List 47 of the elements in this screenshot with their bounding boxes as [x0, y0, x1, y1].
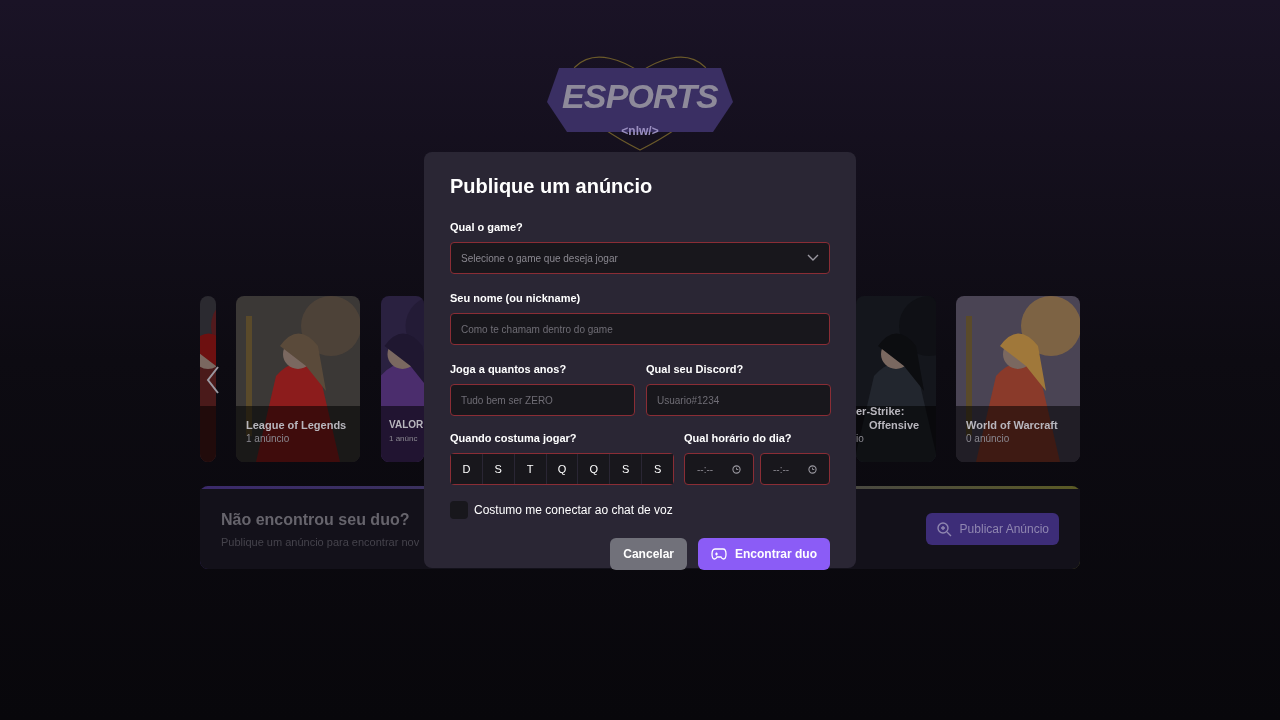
time-placeholder: --:--	[773, 462, 790, 477]
input-field[interactable]: Como te chamam dentro do game	[450, 313, 830, 345]
ad-count: io	[856, 432, 865, 446]
field-label: Qual seu Discord?	[646, 362, 745, 376]
time-field[interactable]: --:--	[684, 453, 754, 485]
game-title: World of Warcraft	[966, 418, 1058, 432]
checkbox-label: Costumo me conectar ao chat de voz	[474, 502, 673, 519]
ad-count: 1 anúncio	[246, 432, 291, 446]
game-card[interactable]: World of Warcraft 0 anúncio	[956, 296, 1080, 462]
game-title: Offensive	[868, 418, 920, 432]
weekday-toggle[interactable]: Q	[577, 454, 610, 484]
input-field[interactable]: Tudo bem ser ZERO	[450, 384, 635, 416]
field-label: Qual horário do dia?	[684, 431, 793, 445]
time-placeholder: --:--	[697, 462, 714, 477]
cancel-button[interactable]: Cancelar	[610, 538, 687, 570]
time-field[interactable]: --:--	[760, 453, 830, 485]
game-card[interactable]: er-Strike: Offensive io	[856, 296, 936, 462]
find-duo-button[interactable]: Encontrar duo	[698, 538, 830, 570]
weekday-toggle[interactable]: S	[609, 454, 642, 484]
logo-title: ESPORTS	[561, 76, 719, 116]
weekday-toggle[interactable]: S	[481, 454, 514, 484]
game-card[interactable]: League of Legends 1 anúncio	[236, 296, 360, 462]
input-field[interactable]: Usuario#1234	[646, 384, 831, 416]
ad-count: 1 anúnc	[389, 433, 419, 445]
field-label: Quando costuma jogar?	[450, 431, 578, 445]
game-title: VALOR	[389, 418, 424, 432]
gamepad-icon	[711, 547, 727, 561]
field-label: Seu nome (ou nickname)	[450, 291, 582, 305]
field-label: Joga a quantos anos?	[450, 362, 568, 376]
game-title: League of Legends	[246, 418, 347, 432]
chevron-down-icon	[807, 254, 819, 262]
banner-title: Não encontrou seu duo?	[221, 509, 411, 530]
clock-icon	[808, 464, 817, 474]
game-select[interactable]: Selecione o game que deseja jogar	[450, 242, 830, 274]
zoom-in-icon	[935, 521, 952, 537]
weekday-toggle[interactable]: D	[451, 454, 482, 484]
clock-icon	[732, 464, 741, 474]
weekday-toggle[interactable]: S	[641, 454, 673, 484]
checkbox[interactable]	[450, 501, 468, 519]
dialog-title: Publique um anúncio	[450, 174, 654, 198]
select-placeholder: Selecione o game que deseja jogar	[461, 251, 618, 266]
ad-count: 0 anúncio	[966, 432, 1011, 446]
field-label: Qual o game?	[450, 220, 524, 234]
game-title: er-Strike:	[856, 404, 906, 418]
weekday-toggle[interactable]: T	[513, 454, 546, 484]
weekday-toggle[interactable]: Q	[545, 454, 578, 484]
game-card[interactable]: VALOR 1 anúnc	[381, 296, 424, 462]
